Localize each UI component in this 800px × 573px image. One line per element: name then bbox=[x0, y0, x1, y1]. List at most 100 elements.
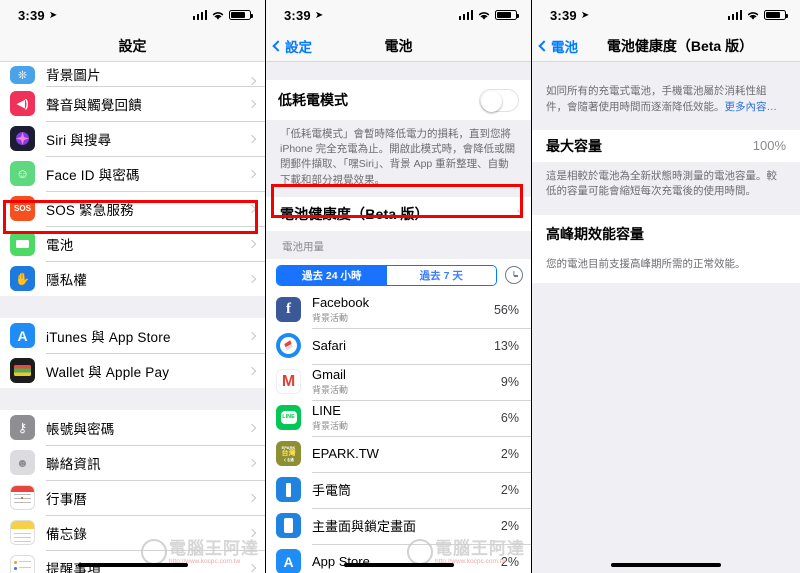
line-icon: LINE bbox=[276, 405, 301, 431]
toggle-knob bbox=[481, 90, 502, 112]
wifi-icon bbox=[212, 11, 224, 20]
sidebar-item-sounds[interactable]: ◀) 聲音與觸覺回饋 bbox=[0, 86, 265, 121]
row-label: Siri 與搜尋 bbox=[46, 132, 112, 148]
flashlight-icon bbox=[276, 477, 301, 503]
settings-scroll[interactable]: ❊ 背景圖片 ◀) 聲音與觸覺回饋 Siri 與搜尋 ☺ Face ID 與密碼… bbox=[0, 62, 265, 573]
battery-health-scroll[interactable]: 如同所有的充電式電池，手機電池屬於消耗性組件，會隨著使用時間而逐漸降低效能。更多… bbox=[532, 62, 800, 573]
cellular-bars-icon bbox=[192, 10, 207, 20]
row-label: 行事曆 bbox=[46, 491, 88, 507]
sidebar-item-accounts[interactable]: ⚷ 帳號與密碼 bbox=[0, 410, 265, 445]
chevron-right-icon bbox=[247, 169, 257, 178]
app-name: App Store bbox=[312, 554, 370, 570]
row-label: 電池 bbox=[46, 237, 74, 253]
page-title: 電池 bbox=[384, 37, 413, 54]
app-percentage: 2% bbox=[500, 518, 519, 533]
sidebar-item-wallpaper[interactable]: ❊ 背景圖片 bbox=[0, 62, 265, 86]
sidebar-item-reminders[interactable]: 提醒事項 bbox=[0, 550, 265, 573]
low-power-mode-toggle[interactable] bbox=[479, 88, 519, 112]
page-title: 電池健康度（Beta 版） bbox=[606, 37, 754, 54]
list-item[interactable]: EPARK 台灣 くる通 EPARK.TW 2% bbox=[266, 435, 531, 472]
empty-space bbox=[532, 282, 800, 543]
app-name: Gmail bbox=[312, 367, 346, 383]
battery-app-list: f Facebook 背景活動 56% Safari 13% M Gmail 背… bbox=[266, 291, 531, 573]
wallpaper-icon: ❊ bbox=[10, 66, 35, 84]
chevron-right-icon bbox=[247, 134, 257, 143]
settings-group-1: ❊ 背景圖片 ◀) 聲音與觸覺回饋 Siri 與搜尋 ☺ Face ID 與密碼… bbox=[0, 62, 265, 296]
sidebar-item-itunes-appstore[interactable]: A iTunes 與 App Store bbox=[0, 318, 265, 353]
segmented-control[interactable]: 過去 24 小時 過去 7 天 bbox=[276, 264, 497, 286]
list-item[interactable]: 手電筒 2% bbox=[266, 471, 531, 508]
row-label: 電池健康度（Beta 版） bbox=[280, 205, 429, 222]
sidebar-item-battery[interactable]: 電池 bbox=[0, 226, 265, 261]
peak-performance-heading: 高峰期效能容量 bbox=[532, 214, 800, 252]
chevron-left-icon bbox=[272, 40, 284, 52]
row-label: Wallet 與 Apple Pay bbox=[46, 364, 170, 380]
back-label: 設定 bbox=[285, 40, 312, 55]
sidebar-item-wallet[interactable]: Wallet 與 Apple Pay bbox=[0, 353, 265, 388]
status-time: 3:39 bbox=[550, 7, 577, 23]
safari-icon bbox=[276, 333, 301, 359]
group-separator bbox=[0, 296, 265, 318]
battery-icon bbox=[764, 10, 788, 20]
battery-scroll[interactable]: 低耗電模式 「低耗電模式」會暫時降低電力的損耗，直到您將 iPhone 完全充電… bbox=[266, 62, 531, 573]
back-label: 電池 bbox=[551, 40, 578, 55]
notes-icon bbox=[10, 520, 35, 545]
home-indicator bbox=[611, 563, 721, 567]
sidebar-item-notes[interactable]: 備忘錄 bbox=[0, 515, 265, 550]
group-separator bbox=[0, 388, 265, 410]
app-percentage: 2% bbox=[500, 554, 519, 569]
app-percentage: 6% bbox=[500, 410, 519, 425]
list-item[interactable]: 主畫面與鎖定畫面 2% bbox=[266, 507, 531, 544]
sidebar-item-contacts[interactable]: ☻ 聯絡資訊 bbox=[0, 445, 265, 480]
row-label: 聯絡資訊 bbox=[46, 456, 101, 472]
segment-last-7-days[interactable]: 過去 7 天 bbox=[386, 265, 496, 285]
segment-last-24-hours[interactable]: 過去 24 小時 bbox=[277, 265, 387, 285]
app-name: LINE bbox=[312, 403, 341, 419]
calendar-icon bbox=[10, 485, 35, 510]
sidebar-item-siri[interactable]: Siri 與搜尋 bbox=[0, 121, 265, 156]
sidebar-item-privacy[interactable]: ✋ 隱私權 bbox=[0, 261, 265, 296]
battery-health-row[interactable]: 電池健康度（Beta 版） bbox=[266, 196, 531, 231]
list-item[interactable]: f Facebook 背景活動 56% bbox=[266, 291, 531, 328]
gmail-icon: M bbox=[276, 369, 301, 395]
page-title: 設定 bbox=[118, 37, 147, 54]
list-item[interactable]: A App Store 2% bbox=[266, 543, 531, 573]
battery-settings-icon bbox=[10, 231, 35, 256]
list-item[interactable]: M Gmail 背景活動 9% bbox=[266, 363, 531, 400]
cellular-bars-icon bbox=[458, 10, 473, 20]
app-percentage: 2% bbox=[500, 482, 519, 497]
facebook-icon: f bbox=[276, 297, 301, 323]
chevron-right-icon bbox=[247, 493, 257, 502]
learn-more-link[interactable]: 更多內容… bbox=[725, 101, 778, 113]
sidebar-item-faceid[interactable]: ☺ Face ID 與密碼 bbox=[0, 156, 265, 191]
group-separator bbox=[266, 62, 531, 80]
list-item[interactable]: LINE LINE 背景活動 6% bbox=[266, 399, 531, 436]
sidebar-item-sos[interactable]: SOS SOS 緊急服務 bbox=[0, 191, 265, 226]
battery-usage-header: 電池用量 bbox=[266, 230, 531, 259]
panel-battery-health: 3:39 ➤ 電池 電池健康度（Beta 版） 如同所有的充電式電池，手機電池屬… bbox=[532, 0, 800, 573]
back-button[interactable]: 電池 bbox=[538, 30, 578, 62]
settings-group-2: A iTunes 與 App Store Wallet 與 Apple Pay bbox=[0, 318, 265, 388]
chevron-right-icon bbox=[247, 331, 257, 340]
row-label: Face ID 與密碼 bbox=[46, 167, 140, 183]
max-capacity-note: 這是相較於電池為全新狀態時測量的電池容量。較低的容量可能會縮短每次充電後的使用時… bbox=[532, 161, 800, 215]
app-name: 主畫面與鎖定畫面 bbox=[312, 519, 417, 535]
back-button[interactable]: 設定 bbox=[272, 30, 312, 62]
siri-icon bbox=[10, 126, 35, 151]
screenshot-root: 3:39 ➤ 設定 ❊ 背景圖片 ◀) 聲音與觸覺回饋 Siri 與搜尋 ☺ F… bbox=[0, 0, 800, 573]
usage-period-segmented-control[interactable]: 過去 24 小時 過去 7 天 bbox=[266, 258, 531, 292]
row-label: 背景圖片 bbox=[46, 68, 101, 83]
epark-icon: EPARK 台灣 くる通 bbox=[276, 441, 301, 467]
row-label: SOS 緊急服務 bbox=[46, 202, 134, 218]
list-item[interactable]: Safari 13% bbox=[266, 327, 531, 364]
low-power-mode-row[interactable]: 低耗電模式 bbox=[266, 80, 531, 120]
chevron-right-icon bbox=[247, 204, 257, 213]
status-bar: 3:39 ➤ bbox=[0, 0, 265, 30]
peak-performance-note: 您的電池目前支援高峰期所需的正常效能。 bbox=[532, 251, 800, 283]
clock-icon[interactable] bbox=[505, 266, 523, 285]
contacts-icon: ☻ bbox=[10, 450, 35, 475]
nav-bar-settings: 設定 bbox=[0, 30, 265, 62]
chevron-right-icon bbox=[247, 423, 257, 432]
sidebar-item-calendar[interactable]: 行事曆 bbox=[0, 480, 265, 515]
status-time: 3:39 bbox=[284, 7, 311, 23]
